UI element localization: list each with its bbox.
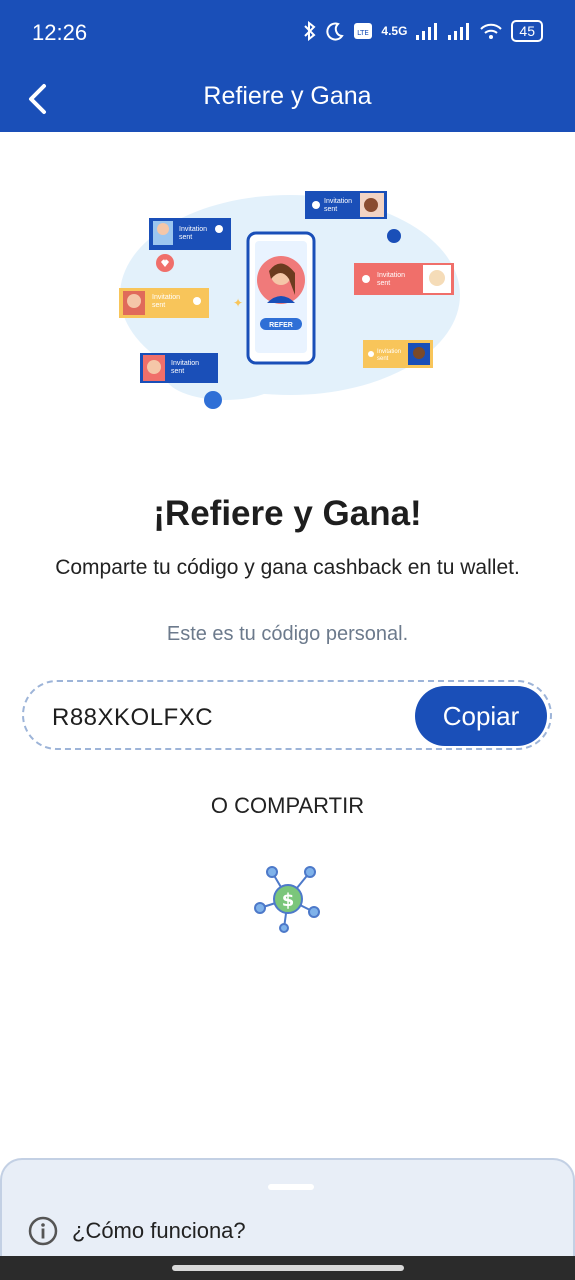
status-icons: LTE 4.5G 45 [303, 20, 543, 42]
sheet-handle[interactable] [268, 1184, 314, 1190]
volte-icon: LTE [354, 23, 373, 39]
bubble-text: sent [324, 206, 337, 213]
share-network-dollar-icon[interactable]: $ [250, 862, 326, 936]
referral-code: R88XKOLFXC [52, 704, 214, 731]
svg-text:LTE: LTE [358, 29, 370, 37]
svg-text:$: $ [282, 890, 295, 911]
share-label: O COMPARTIR [210, 793, 365, 818]
how-it-works-label: ¿Cómo funciona? [72, 1218, 246, 1243]
signal-icon [416, 23, 438, 40]
code-caption: Este es tu código personal. [166, 623, 409, 645]
copy-button[interactable]: Copiar [415, 686, 547, 746]
bubble-text: sent [179, 234, 192, 241]
wifi-icon [480, 23, 503, 39]
subheadline: Comparte tu código y gana cashback en tu… [55, 556, 520, 579]
moon-icon [326, 22, 345, 41]
network-type: 4.5G [381, 24, 408, 38]
app-bar: Refiere y Gana [0, 66, 575, 132]
svg-text:✦: ✦ [233, 296, 243, 310]
bubble-text: Invitation [171, 360, 199, 367]
system-nav-bar [0, 1256, 575, 1280]
bubble-text: sent [152, 302, 165, 309]
home-gesture-pill[interactable] [172, 1265, 404, 1271]
battery-indicator: 45 [511, 20, 543, 42]
bubble-text: Invitation [377, 272, 405, 279]
page-title: Refiere y Gana [203, 82, 372, 110]
how-it-works-row[interactable]: ¿Cómo funciona? [28, 1216, 246, 1246]
status-time: 12:26 [32, 20, 88, 45]
bubble-text: sent [171, 368, 184, 375]
headline: ¡Refiere y Gana! [153, 494, 422, 533]
bubble-text: Invitation [324, 198, 352, 205]
bluetooth-icon [304, 21, 316, 41]
signal-icon-2 [448, 23, 470, 40]
phone-refer-label: REFER [269, 322, 293, 329]
bubble-text: Invitation [152, 294, 180, 301]
info-icon [28, 1216, 58, 1246]
referral-illustration: REFER Invitation sent Invitation sent In… [119, 191, 460, 409]
referral-code-box: R88XKOLFXC Copiar [22, 680, 552, 750]
bubble-text: sent [377, 356, 389, 362]
bubble-text: Invitation [179, 226, 207, 233]
bubble-text: Invitation [377, 349, 401, 355]
status-bar: 12:26 LTE 4.5G 45 [0, 0, 575, 66]
bubble-text: sent [377, 280, 390, 287]
